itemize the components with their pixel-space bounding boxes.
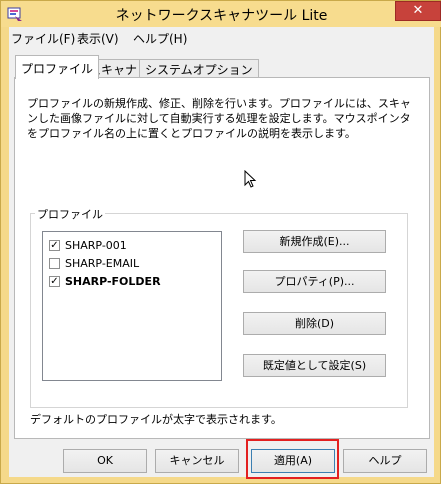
profile-checkbox[interactable] bbox=[49, 258, 60, 269]
set-default-button[interactable]: 既定値として設定(S) bbox=[243, 354, 386, 377]
menu-file[interactable]: ファイル(F) bbox=[11, 30, 75, 47]
profile-description: プロファイルの新規作成、修正、削除を行います。プロファイルには、スキャンした画像… bbox=[27, 97, 411, 140]
close-button[interactable]: ✕ bbox=[395, 1, 441, 21]
tab-system-options[interactable]: システムオプション bbox=[139, 59, 259, 77]
default-profile-note: デフォルトのプロファイルが太字で表示されます。 bbox=[30, 413, 282, 426]
profile-groupbox: プロファイル ✓ SHARP-001 SHARP-EMAIL ✓ SHARP-F… bbox=[30, 206, 408, 408]
delete-button[interactable]: 削除(D) bbox=[243, 312, 386, 335]
apply-highlight-box bbox=[246, 439, 339, 479]
help-button[interactable]: ヘルプ bbox=[343, 449, 427, 473]
window-title: ネットワークスキャナツール Lite bbox=[115, 8, 328, 24]
menu-bar: ファイル(F) 表示(V) ヘルプ(H) bbox=[9, 27, 434, 47]
profile-group-label: プロファイル bbox=[35, 206, 105, 222]
ok-button[interactable]: OK bbox=[63, 449, 147, 473]
profile-checkbox[interactable]: ✓ bbox=[49, 240, 60, 251]
app-window: ネットワークスキャナツール Lite ✕ ファイル(F) 表示(V) ヘルプ(H… bbox=[0, 0, 441, 484]
menu-help[interactable]: ヘルプ(H) bbox=[133, 30, 187, 47]
profile-checkbox[interactable]: ✓ bbox=[49, 276, 60, 287]
profile-name: SHARP-001 bbox=[65, 239, 127, 252]
menu-view[interactable]: 表示(V) bbox=[77, 30, 119, 47]
profile-name: SHARP-FOLDER bbox=[65, 275, 161, 288]
tab-profile[interactable]: プロファイル bbox=[15, 55, 100, 79]
mouse-pointer-icon bbox=[244, 170, 257, 188]
profile-list[interactable]: ✓ SHARP-001 SHARP-EMAIL ✓ SHARP-FOLDER bbox=[42, 231, 222, 381]
title-bar[interactable]: ネットワークスキャナツール Lite ✕ bbox=[1, 1, 441, 27]
client-area: ファイル(F) 表示(V) ヘルプ(H) プロファイル スキャナ システムオプシ… bbox=[9, 27, 434, 479]
profile-name: SHARP-EMAIL bbox=[65, 257, 140, 270]
cancel-button[interactable]: キャンセル bbox=[155, 449, 239, 473]
profile-tab-panel: プロファイルの新規作成、修正、削除を行います。プロファイルには、スキャンした画像… bbox=[14, 77, 430, 439]
properties-button[interactable]: プロパティ(P)... bbox=[243, 270, 386, 293]
new-profile-button[interactable]: 新規作成(E)... bbox=[243, 230, 386, 253]
